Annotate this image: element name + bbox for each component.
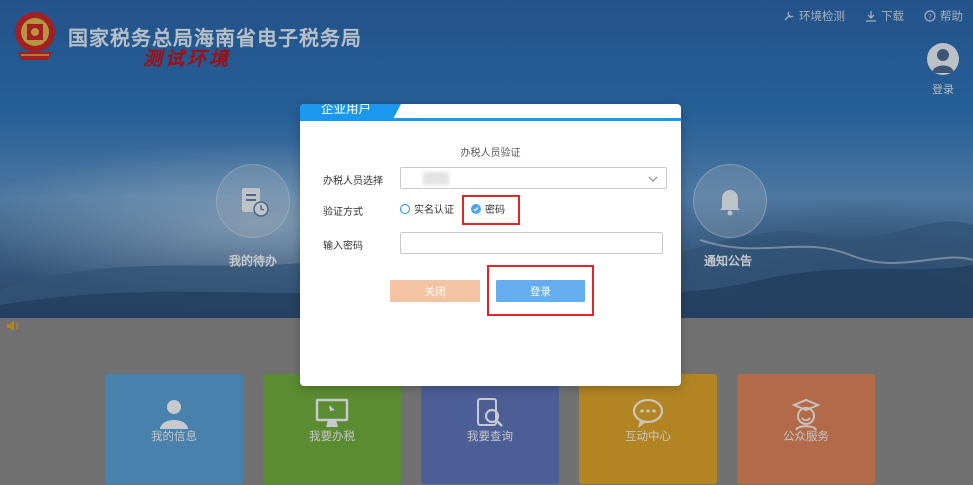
- radio-realname-circle: [400, 203, 410, 214]
- taxpayer-person-select[interactable]: [400, 167, 667, 189]
- chevron-down-icon: [648, 176, 658, 182]
- login-button-highlight: [487, 265, 594, 316]
- password-label: 输入密码: [323, 241, 363, 252]
- person-select-label: 办税人员选择: [323, 176, 383, 187]
- radio-realname[interactable]: 实名认证: [400, 201, 454, 216]
- verify-method-label: 验证方式: [323, 207, 363, 218]
- taxpayer-verification-dialog: 企业用户 办税人员验证 办税人员选择 验证方式 实名认证 密码 输入密码 关闭 …: [300, 104, 681, 386]
- password-option-highlight: [462, 195, 520, 225]
- tab-enterprise-user[interactable]: 企业用户: [300, 104, 392, 121]
- close-button[interactable]: 关闭: [390, 280, 480, 302]
- password-input[interactable]: [400, 232, 663, 254]
- selected-person-value: [423, 172, 449, 185]
- tab-enterprise-user-label: 企业用户: [321, 104, 372, 116]
- radio-realname-label: 实名认证: [414, 205, 454, 216]
- dialog-subtitle: 办税人员验证: [460, 148, 521, 159]
- dialog-tab-bar: 企业用户: [300, 104, 681, 129]
